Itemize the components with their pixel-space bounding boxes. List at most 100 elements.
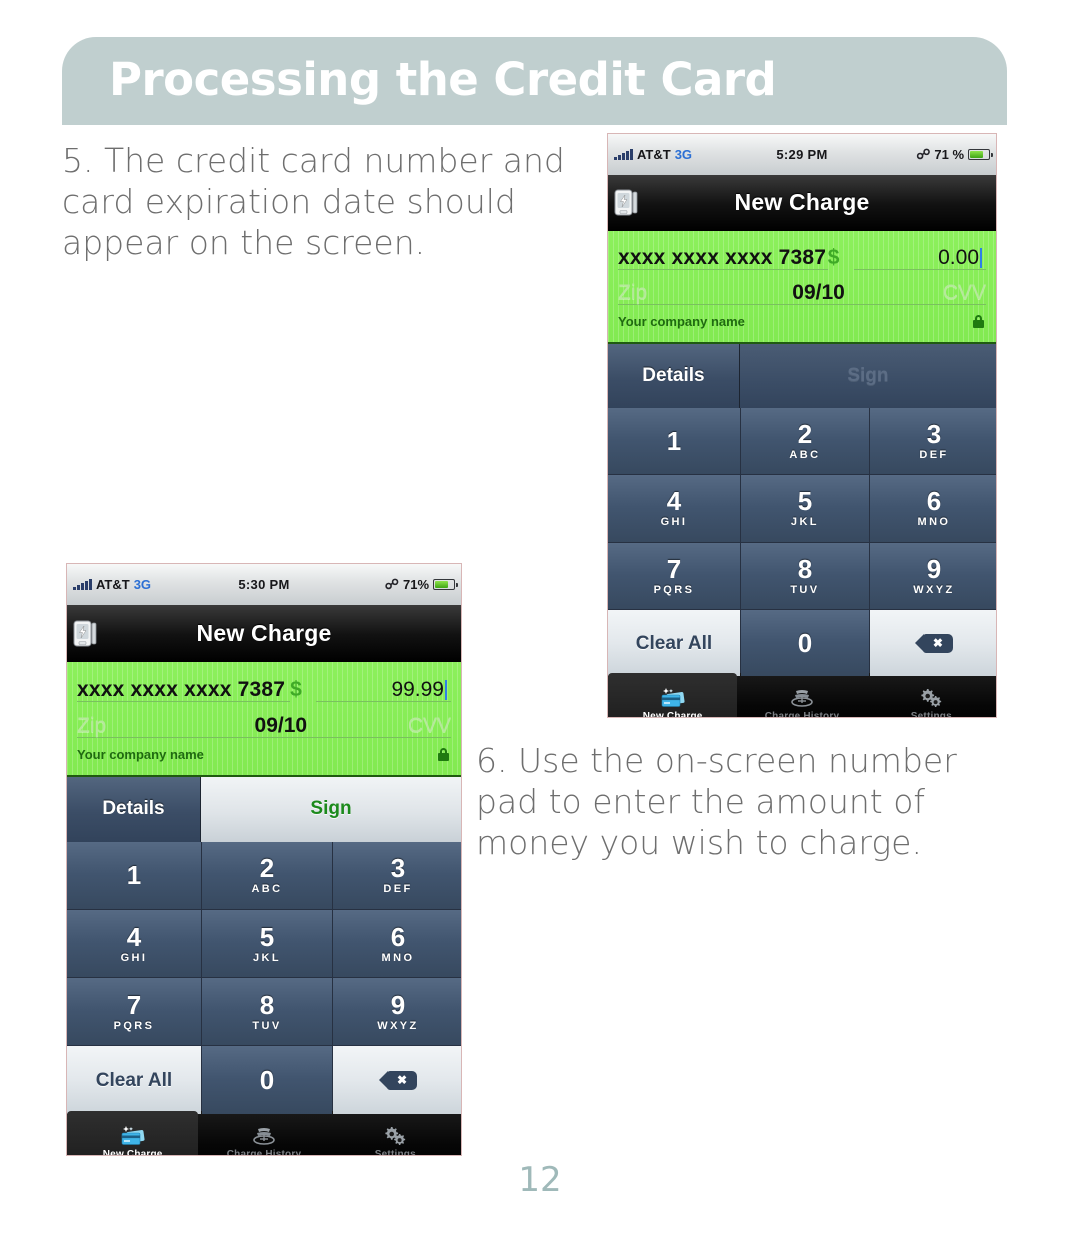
key-1[interactable]: 1: [608, 407, 740, 475]
battery-percent-label: 71 %: [934, 146, 965, 162]
status-bar: AT&T 3G 5:29 PM ☍ 71 %: [608, 134, 996, 175]
currency-symbol: $: [290, 677, 302, 701]
lock-icon: [973, 314, 984, 328]
key-digit: 0: [797, 628, 813, 659]
amount-field[interactable]: 99.99: [316, 679, 451, 702]
card-number-field[interactable]: xxxx xxxx xxxx 7387: [77, 679, 291, 702]
key-digit: 9: [926, 553, 942, 584]
zip-field[interactable]: Zip: [77, 715, 220, 738]
tab-label: Charge History: [764, 710, 840, 718]
signal-strength-icon: [614, 148, 633, 160]
key-digit: 7: [126, 989, 142, 1020]
key-4[interactable]: 4 GHI: [67, 909, 201, 978]
new-charge-card-icon: [118, 1124, 148, 1148]
key-digit: 2: [259, 853, 275, 884]
nav-bar: New Charge: [608, 174, 996, 231]
step-5-text: 5. The credit card number and card expir…: [62, 141, 565, 262]
amount-field[interactable]: 0.00: [853, 247, 986, 271]
tab-settings[interactable]: Settings: [330, 1111, 461, 1155]
key-letters: TUV: [252, 1019, 282, 1032]
key-3[interactable]: 3 DEF: [869, 407, 996, 475]
phone-screenshot-step5: AT&T 3G 5:29 PM ☍ 71 % New Charge xxxx x…: [607, 133, 997, 718]
key-7[interactable]: 7 PQRS: [608, 542, 740, 609]
tab-charge-history[interactable]: Charge History: [198, 1111, 329, 1155]
zip-field[interactable]: Zip: [618, 282, 758, 306]
key-digit: 2: [797, 419, 813, 450]
charge-history-icon: [787, 686, 817, 710]
key-backspace[interactable]: ✖: [332, 1046, 461, 1114]
text-caret: [980, 248, 982, 269]
details-sign-segmented-control: Details Sign: [608, 343, 996, 408]
key-digit: 9: [390, 989, 406, 1020]
backspace-icon: ✖: [914, 633, 953, 653]
cvv-field[interactable]: CVV: [342, 715, 451, 738]
key-5[interactable]: 5 JKL: [740, 475, 869, 542]
tab-details[interactable]: Details: [67, 776, 201, 842]
bluetooth-icon: ☍: [384, 576, 399, 593]
key-8[interactable]: 8 TUV: [201, 978, 332, 1046]
key-digit: 5: [797, 486, 813, 517]
nav-title: New Charge: [196, 620, 332, 647]
key-letters: TUV: [790, 583, 820, 596]
tab-label: New Charge: [642, 710, 703, 718]
amount-value: 99.99: [391, 677, 444, 701]
key-letters: DEF: [383, 883, 413, 896]
key-digit: 7: [666, 553, 682, 584]
key-6[interactable]: 6 MNO: [332, 909, 461, 978]
new-charge-card-icon: [658, 686, 688, 710]
tab-new-charge[interactable]: New Charge: [67, 1110, 199, 1155]
key-3[interactable]: 3 DEF: [332, 841, 461, 909]
key-digit: 5: [259, 921, 275, 952]
key-letters: WXYZ: [913, 583, 955, 596]
tab-new-charge[interactable]: New Charge: [608, 673, 738, 718]
key-digit: 1: [666, 426, 682, 457]
key-2[interactable]: 2 ABC: [201, 841, 332, 909]
company-name-label: Your company name: [618, 313, 745, 329]
tab-details[interactable]: Details: [608, 343, 740, 408]
tab-bar: New Charge Charge History Settings: [608, 673, 996, 718]
key-digit: 4: [666, 486, 682, 517]
nav-bar: New Charge: [67, 605, 461, 663]
key-letters: ABC: [789, 449, 821, 462]
cvv-field[interactable]: CVV: [879, 282, 986, 306]
key-4[interactable]: 4 GHI: [608, 475, 740, 542]
key-letters: JKL: [252, 951, 281, 964]
key-9[interactable]: 9 WXYZ: [869, 542, 996, 609]
card-reader-icon: [73, 620, 97, 647]
gear-icon: [916, 686, 946, 710]
key-digit: 1: [126, 860, 142, 891]
expiry-field[interactable]: 09/10: [219, 715, 343, 738]
expiry-field[interactable]: 09/10: [757, 282, 880, 306]
tab-sign[interactable]: Sign: [200, 776, 461, 842]
number-pad: 1 2 ABC 3 DEF 4 GHI 5 JKL 6 MNO 7 PQRS 8 TUV 9W…: [608, 407, 996, 677]
key-1[interactable]: 1: [67, 841, 201, 909]
key-0[interactable]: 0: [740, 609, 869, 677]
key-digit: Clear All: [95, 1069, 173, 1091]
key-clear-all[interactable]: Clear All: [67, 1046, 201, 1114]
key-0[interactable]: 0: [201, 1046, 332, 1114]
tab-sign[interactable]: Sign: [739, 343, 996, 408]
card-number-field[interactable]: xxxx xxxx xxxx 7387: [618, 247, 828, 271]
tab-bar: New Charge Charge History Settings: [67, 1110, 461, 1155]
key-letters: GHI: [660, 516, 688, 529]
key-backspace[interactable]: ✖: [869, 609, 996, 677]
currency-symbol: $: [827, 246, 840, 270]
key-letters: ABC: [251, 883, 283, 896]
key-8[interactable]: 8 TUV: [740, 542, 869, 609]
key-6[interactable]: 6 MNO: [869, 475, 996, 542]
key-digit: 8: [259, 989, 275, 1020]
tab-charge-history[interactable]: Charge History: [737, 673, 866, 718]
tab-settings[interactable]: Settings: [867, 673, 996, 717]
key-letters: GHI: [120, 951, 148, 964]
key-5[interactable]: 5 JKL: [201, 909, 332, 978]
key-digit: 6: [926, 486, 942, 517]
key-2[interactable]: 2 ABC: [740, 407, 869, 475]
key-digit: 3: [926, 419, 942, 450]
key-digit: Clear All: [635, 632, 713, 654]
clock-label: 5:30 PM: [238, 577, 290, 593]
card-entry-form: xxxx xxxx xxxx 7387 $ 0.00 Zip 09/10 CVV…: [608, 231, 996, 344]
key-clear-all[interactable]: Clear All: [608, 609, 740, 677]
key-9[interactable]: 9 WXYZ: [332, 978, 461, 1046]
carrier-label: AT&T: [96, 577, 130, 593]
key-7[interactable]: 7 PQRS: [67, 978, 201, 1046]
